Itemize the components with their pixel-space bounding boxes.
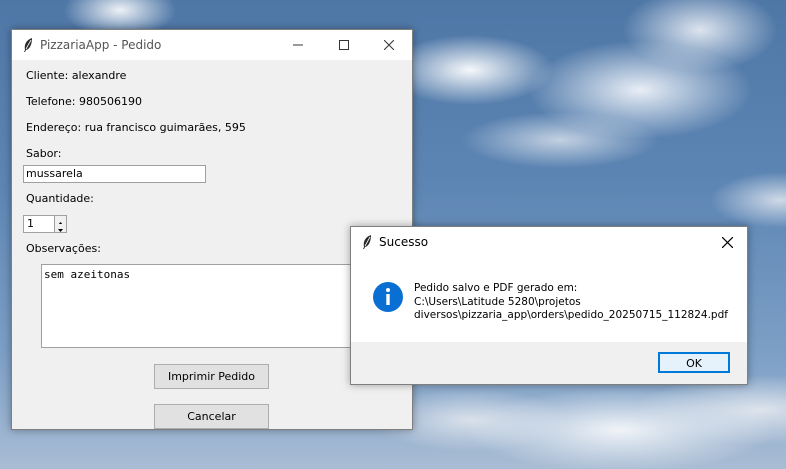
sabor-input[interactable]: mussarela	[23, 165, 206, 183]
minimize-icon	[293, 44, 303, 46]
telefone-label: Telefone: 980506190	[26, 95, 142, 108]
message-line-2: C:\Users\Latitude 5280\projetos	[414, 295, 581, 308]
observacoes-label: Observações:	[26, 242, 101, 255]
title-bar[interactable]: PizzariaApp - Pedido	[12, 30, 412, 60]
observacoes-textarea[interactable]: sem azeitonas	[41, 264, 371, 348]
endereco-label: Endereço: rua francisco guimarães, 595	[26, 121, 246, 134]
tk-feather-icon	[24, 38, 32, 52]
dialog-title-bar[interactable]: Sucesso	[351, 227, 747, 257]
ok-button[interactable]: OK	[658, 352, 730, 373]
dialog-message: Pedido salvo e PDF gerado em: C:\Users\L…	[414, 282, 728, 323]
close-icon	[384, 40, 394, 50]
print-order-button[interactable]: Imprimir Pedido	[154, 364, 269, 389]
maximize-button[interactable]	[321, 30, 367, 60]
tk-feather-icon	[363, 235, 371, 249]
message-line-1: Pedido salvo e PDF gerado em:	[414, 282, 578, 294]
dialog-close-button[interactable]	[707, 227, 747, 257]
quantidade-spinbox[interactable]: 1	[23, 215, 67, 233]
close-button[interactable]	[366, 30, 412, 60]
sabor-label: Sabor:	[26, 147, 62, 160]
info-icon	[373, 282, 403, 312]
quantidade-value: 1	[27, 217, 34, 230]
spin-down-icon	[58, 229, 63, 232]
spin-down-button[interactable]	[54, 224, 66, 232]
dialog-body: Pedido salvo e PDF gerado em: C:\Users\L…	[351, 257, 747, 342]
window-title: PizzariaApp - Pedido	[40, 38, 162, 52]
close-icon	[721, 236, 733, 248]
quantidade-label: Quantidade:	[26, 192, 94, 205]
message-line-3: diversos\pizzaria_app\orders\pedido_2025…	[414, 309, 728, 321]
maximize-icon	[339, 40, 349, 50]
success-dialog: Sucesso Pedido salvo e PDF gerado em: C:…	[350, 226, 748, 385]
minimize-button[interactable]	[275, 30, 321, 60]
dialog-title: Sucesso	[379, 235, 429, 249]
cancel-button[interactable]: Cancelar	[154, 404, 269, 429]
cliente-label: Cliente: alexandre	[26, 69, 127, 82]
